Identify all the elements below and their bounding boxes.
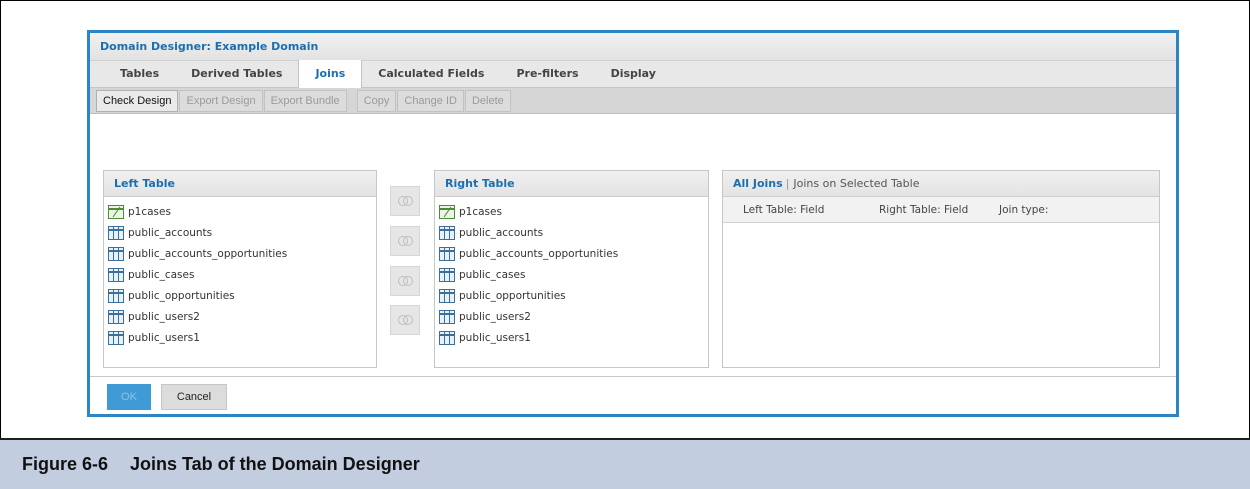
left-outer-join-button[interactable] xyxy=(390,226,420,256)
toolbar: Check Design Export Design Export Bundle… xyxy=(90,88,1176,114)
table-name: public_users1 xyxy=(128,331,200,344)
right-outer-join-button[interactable] xyxy=(390,266,420,296)
left-table-panel: Left Table p1cases public_accounts publi… xyxy=(103,170,377,368)
export-bundle-button[interactable]: Export Bundle xyxy=(263,89,347,112)
derived-table-icon xyxy=(108,204,124,219)
table-icon xyxy=(108,246,124,261)
export-design-button[interactable]: Export Design xyxy=(179,89,263,112)
all-joins-link[interactable]: All Joins xyxy=(733,177,783,190)
tab-calculated-fields[interactable]: Calculated Fields xyxy=(362,60,500,87)
table-name: public_users1 xyxy=(459,331,531,344)
table-name: public_accounts xyxy=(459,226,544,239)
tab-display[interactable]: Display xyxy=(595,60,672,87)
copy-button[interactable]: Copy xyxy=(356,89,397,112)
table-name: public_opportunities xyxy=(459,289,566,302)
right-table-item[interactable]: public_accounts_opportunities xyxy=(439,243,708,264)
left-table-item[interactable]: public_opportunities xyxy=(108,285,376,306)
figure-caption: Figure 6-6 Joins Tab of the Domain Desig… xyxy=(0,438,1250,489)
right-outer-join-icon xyxy=(398,276,414,287)
ok-button[interactable]: OK xyxy=(107,384,151,410)
full-outer-join-icon xyxy=(398,315,414,326)
left-outer-join-icon xyxy=(398,236,414,247)
right-table-title: Right Table xyxy=(435,171,708,197)
table-name: p1cases xyxy=(128,205,171,218)
right-table-item[interactable]: public_cases xyxy=(439,264,708,285)
inner-join-button[interactable] xyxy=(390,186,420,216)
table-name: public_accounts_opportunities xyxy=(128,247,288,260)
table-name: public_cases xyxy=(128,268,195,281)
table-name: public_accounts xyxy=(128,226,213,239)
joins-column-header: Left Table: Field Right Table: Field Joi… xyxy=(723,197,1159,223)
left-table-item[interactable]: p1cases xyxy=(108,201,376,222)
left-table-item[interactable]: public_users2 xyxy=(108,306,376,327)
right-table-item[interactable]: public_users1 xyxy=(439,327,708,348)
table-name: public_cases xyxy=(459,268,526,281)
inner-join-icon xyxy=(398,196,414,207)
dialog-footer: OK Cancel xyxy=(90,376,1176,414)
full-outer-join-button[interactable] xyxy=(390,305,420,335)
table-name: public_accounts_opportunities xyxy=(459,247,619,260)
column-join-type: Join type: xyxy=(999,203,1049,216)
figure-number: Figure 6-6 xyxy=(22,454,109,474)
right-table-item[interactable]: public_opportunities xyxy=(439,285,708,306)
table-icon xyxy=(439,246,455,261)
table-icon xyxy=(108,288,124,303)
left-table-item[interactable]: public_accounts_opportunities xyxy=(108,243,376,264)
tab-pre-filters[interactable]: Pre-filters xyxy=(500,60,594,87)
dialog-titlebar: Domain Designer: Example Domain xyxy=(90,33,1176,61)
right-table-item[interactable]: public_accounts xyxy=(439,222,708,243)
table-icon xyxy=(439,309,455,324)
table-name: p1cases xyxy=(459,205,502,218)
joins-separator: | xyxy=(785,177,790,190)
table-icon xyxy=(108,225,124,240)
tab-joins[interactable]: Joins xyxy=(298,60,363,88)
domain-designer-dialog: Domain Designer: Example Domain Tables D… xyxy=(87,30,1179,417)
right-table-item[interactable]: public_users2 xyxy=(439,306,708,327)
joins-on-selected-link[interactable]: Joins on Selected Table xyxy=(793,177,919,190)
left-table-list: p1cases public_accounts public_accounts_… xyxy=(104,197,376,348)
table-icon xyxy=(108,267,124,282)
cancel-button[interactable]: Cancel xyxy=(161,384,227,410)
table-icon xyxy=(439,225,455,240)
tab-bar: Tables Derived Tables Joins Calculated F… xyxy=(90,60,1176,88)
table-icon xyxy=(439,288,455,303)
column-right-field: Right Table: Field xyxy=(879,203,969,216)
table-name: public_opportunities xyxy=(128,289,235,302)
left-table-item[interactable]: public_accounts xyxy=(108,222,376,243)
change-id-button[interactable]: Change ID xyxy=(397,89,464,112)
check-design-button[interactable]: Check Design xyxy=(96,89,179,112)
joins-panel-header: All Joins | Joins on Selected Table xyxy=(723,171,1159,197)
table-icon xyxy=(439,267,455,282)
left-table-title: Left Table xyxy=(104,171,376,197)
figure-title: Joins Tab of the Domain Designer xyxy=(130,454,420,474)
table-icon xyxy=(108,330,124,345)
table-icon xyxy=(439,330,455,345)
column-left-field: Left Table: Field xyxy=(743,203,825,216)
right-table-panel: Right Table p1cases public_accounts publ… xyxy=(434,170,709,368)
right-table-item[interactable]: p1cases xyxy=(439,201,708,222)
tab-tables[interactable]: Tables xyxy=(104,60,175,87)
joins-panel: All Joins | Joins on Selected Table Left… xyxy=(722,170,1160,368)
dialog-title: Domain Designer: Example Domain xyxy=(100,40,319,53)
table-name: public_users2 xyxy=(128,310,200,323)
left-table-item[interactable]: public_users1 xyxy=(108,327,376,348)
table-name: public_users2 xyxy=(459,310,531,323)
table-icon xyxy=(108,309,124,324)
left-table-item[interactable]: public_cases xyxy=(108,264,376,285)
tab-derived-tables[interactable]: Derived Tables xyxy=(175,60,298,87)
delete-button[interactable]: Delete xyxy=(464,89,511,112)
right-table-list: p1cases public_accounts public_accounts_… xyxy=(435,197,708,348)
derived-table-icon xyxy=(439,204,455,219)
